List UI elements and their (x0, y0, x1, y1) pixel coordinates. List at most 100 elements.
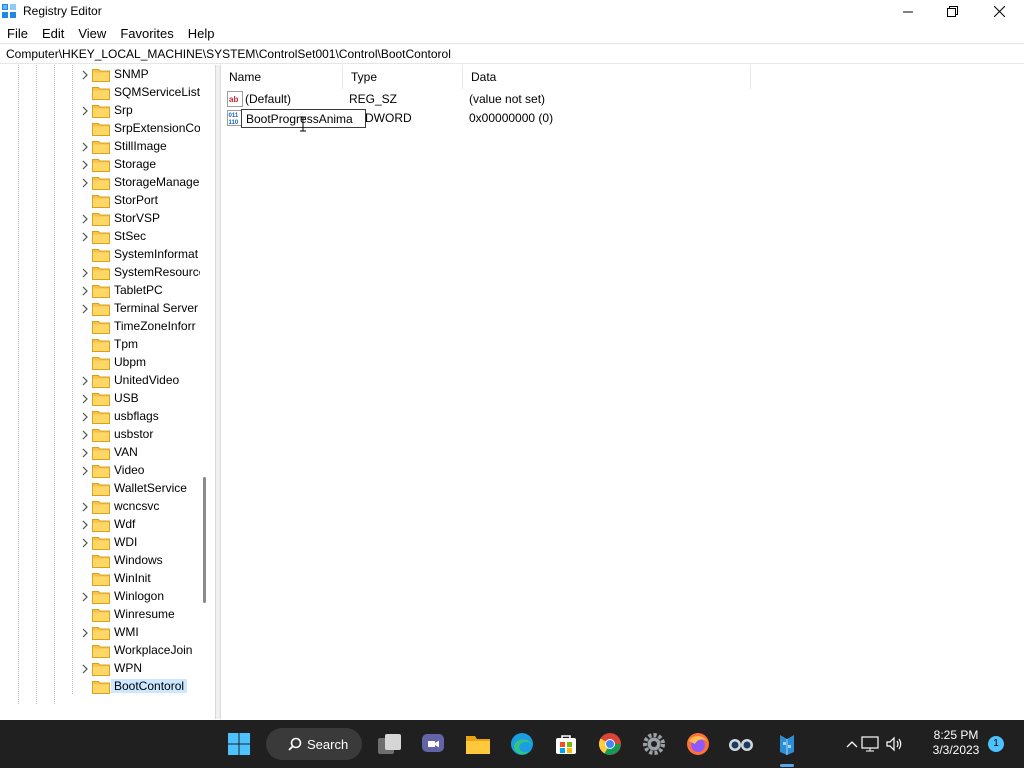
tree-vertical-scrollbar[interactable] (203, 477, 206, 603)
tree-item[interactable]: WorkplaceJoin (78, 642, 203, 660)
chevron-right-icon[interactable] (80, 375, 90, 387)
address-path[interactable]: Computer\HKEY_LOCAL_MACHINE\SYSTEM\Contr… (6, 47, 451, 61)
chevron-right-icon[interactable] (80, 213, 90, 225)
folder-icon (92, 501, 110, 514)
tree-item[interactable]: StorPort (78, 192, 203, 210)
column-header-name[interactable]: Name (221, 65, 343, 89)
tree-item[interactable]: Tpm (78, 336, 203, 354)
speaker-icon (886, 736, 902, 752)
chevron-right-icon[interactable] (80, 663, 90, 675)
chevron-right-icon[interactable] (80, 501, 90, 513)
address-bar[interactable]: Computer\HKEY_LOCAL_MACHINE\SYSTEM\Contr… (0, 43, 1024, 64)
key-tree-pane[interactable]: SNMP SQMServiceList Srp SrpExtensionCo Still… (0, 65, 216, 719)
firefox-button[interactable] (678, 724, 718, 764)
tree-item[interactable]: USB (78, 390, 203, 408)
folder-icon (92, 87, 110, 100)
tree-item[interactable]: StorVSP (78, 210, 203, 228)
tree-item[interactable]: WalletService (78, 480, 203, 498)
tree-item[interactable]: Winresume (78, 606, 203, 624)
tree-item[interactable]: UnitedVideo (78, 372, 203, 390)
chevron-right-icon[interactable] (80, 429, 90, 441)
tree-item[interactable]: SNMP (78, 66, 203, 84)
chevron-right-icon[interactable] (80, 393, 90, 405)
tree-item[interactable]: WDI (78, 534, 203, 552)
chevron-right-icon[interactable] (80, 159, 90, 171)
menu-favorites[interactable]: Favorites (113, 23, 180, 43)
tree-item[interactable]: Storage (78, 156, 203, 174)
tree-item[interactable]: Winlogon (78, 588, 203, 606)
svg-text:011: 011 (229, 113, 239, 119)
chevron-right-icon[interactable] (80, 267, 90, 279)
restore-button[interactable] (929, 0, 975, 23)
chevron-right-icon[interactable] (80, 177, 90, 189)
tree-item[interactable]: Terminal Server (78, 300, 203, 318)
folder-icon (92, 663, 110, 676)
tree-item[interactable]: Srp (78, 102, 203, 120)
clock[interactable]: 8:25 PM 3/3/2023 (920, 728, 992, 758)
chevron-right-icon[interactable] (80, 105, 90, 117)
menu-view[interactable]: View (71, 23, 113, 43)
network-button[interactable] (859, 724, 881, 764)
registry-editor-taskbar-button[interactable] (767, 724, 807, 764)
edge-button[interactable] (502, 724, 542, 764)
tree-item[interactable]: WMI (78, 624, 203, 642)
tree-item[interactable]: BootContorol (78, 678, 203, 696)
store-button[interactable] (546, 724, 586, 764)
values-list-pane[interactable]: Name Type Data ab (Default) REG_SZ (valu… (220, 65, 1024, 719)
tree-item[interactable]: TabletPC (78, 282, 203, 300)
minimize-button[interactable] (885, 0, 931, 23)
menu-edit[interactable]: Edit (35, 23, 71, 43)
app-button[interactable] (721, 724, 761, 764)
tree-item-label: StorageManage (114, 175, 200, 189)
task-view-button[interactable] (370, 724, 410, 764)
settings-button[interactable] (634, 724, 674, 764)
chevron-right-icon[interactable] (80, 411, 90, 423)
chevron-right-icon[interactable] (80, 285, 90, 297)
notification-badge[interactable]: 1 (988, 736, 1004, 752)
chat-button[interactable] (413, 724, 453, 764)
chevron-right-icon[interactable] (80, 627, 90, 639)
tree-item[interactable]: TimeZoneInforr (78, 318, 203, 336)
chevron-right-icon[interactable] (80, 537, 90, 549)
tree-item[interactable]: SrpExtensionCo (78, 120, 203, 138)
chevron-right-icon[interactable] (80, 141, 90, 153)
chevron-right-icon[interactable] (80, 303, 90, 315)
column-header-data[interactable]: Data (463, 65, 751, 89)
tree-item[interactable]: SystemResource (78, 264, 203, 282)
tree-item[interactable]: StSec (78, 228, 203, 246)
chevron-right-icon[interactable] (80, 69, 90, 81)
tree-item[interactable]: Video (78, 462, 203, 480)
chevron-right-icon[interactable] (80, 519, 90, 531)
tree-item[interactable]: Ubpm (78, 354, 203, 372)
tree-item[interactable]: usbstor (78, 426, 203, 444)
chevron-right-icon[interactable] (80, 447, 90, 459)
folder-icon (92, 285, 110, 298)
tree-item[interactable]: Windows (78, 552, 203, 570)
close-button[interactable] (976, 0, 1022, 23)
tree-item[interactable]: StillImage (78, 138, 203, 156)
tree-item[interactable]: SQMServiceList (78, 84, 203, 102)
folder-icon (92, 159, 110, 172)
menu-help[interactable]: Help (181, 23, 222, 43)
tree-item[interactable]: SystemInformat (78, 246, 203, 264)
volume-button[interactable] (883, 724, 907, 764)
file-explorer-button[interactable] (458, 724, 498, 764)
tree-item[interactable]: wcncsvc (78, 498, 203, 516)
chevron-right-icon[interactable] (80, 465, 90, 477)
chevron-right-icon[interactable] (80, 591, 90, 603)
tree-item[interactable]: usbflags (78, 408, 203, 426)
tree-item[interactable]: Wdf (78, 516, 203, 534)
tree-item[interactable]: WinInit (78, 570, 203, 588)
tree-item[interactable]: WPN (78, 660, 203, 678)
value-row[interactable]: ab (Default) REG_SZ (value not set) (221, 90, 761, 109)
taskbar-search-button[interactable]: Search (266, 728, 362, 760)
column-header-type[interactable]: Type (343, 65, 463, 89)
chevron-right-icon[interactable] (80, 231, 90, 243)
menu-file[interactable]: File (0, 23, 35, 43)
network-icon (861, 736, 879, 752)
chrome-button[interactable] (590, 724, 630, 764)
tree-item[interactable]: VAN (78, 444, 203, 462)
start-button[interactable] (219, 724, 259, 764)
tree-item[interactable]: StorageManage (78, 174, 203, 192)
folder-icon (92, 375, 110, 388)
